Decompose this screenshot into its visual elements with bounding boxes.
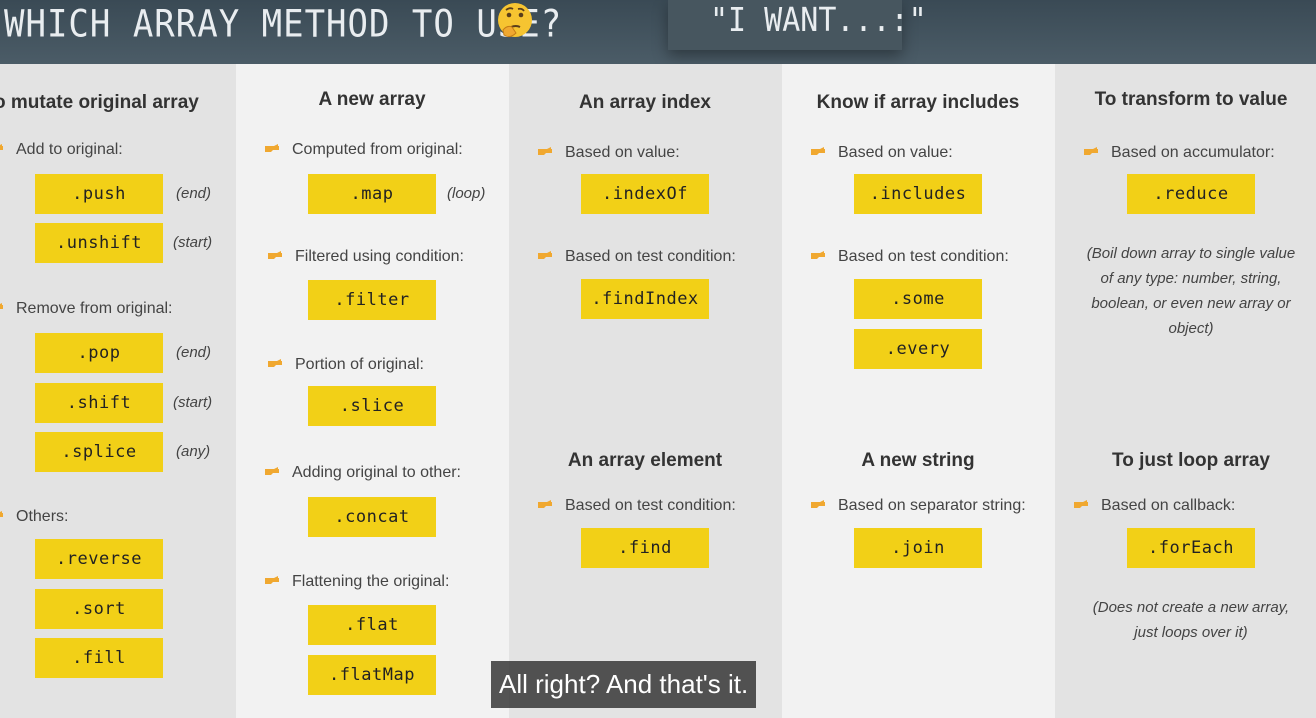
thinking-face-icon — [498, 3, 532, 38]
bullet-filtered: Filtered using condition: — [267, 248, 464, 266]
method-foreach: .forEach — [1127, 528, 1255, 568]
method-some: .some — [854, 279, 982, 319]
method-fill: .fill — [35, 638, 163, 678]
pointing-hand-icon — [811, 251, 825, 259]
note-push: (end) — [176, 185, 212, 202]
method-includes: .includes — [854, 174, 982, 214]
heading-array-element: An array element — [567, 450, 723, 471]
bullet-accumulator: Based on accumulator: — [1083, 144, 1275, 162]
pointing-hand-icon — [538, 147, 552, 155]
bullet-index-value: Based on value: — [537, 144, 680, 162]
method-reverse: .reverse — [35, 539, 163, 579]
column-includes-string — [782, 64, 1055, 718]
want-label: "I WANT...:" — [710, 1, 927, 40]
pointing-hand-icon — [0, 144, 3, 150]
method-flatmap: .flatMap — [308, 655, 436, 695]
heading-includes: Know if array includes — [816, 92, 1020, 113]
note-unshift: (start) — [173, 234, 213, 251]
method-every: .every — [854, 329, 982, 369]
video-subtitle: All right? And that's it. — [491, 661, 757, 708]
bullet-remove-from-original: Remove from original: — [0, 300, 173, 318]
heading-new-array: A new array — [318, 89, 426, 110]
method-concat: .concat — [308, 497, 436, 537]
method-unshift: .unshift — [35, 223, 163, 263]
method-filter: .filter — [308, 280, 436, 320]
pointing-hand-icon — [538, 251, 552, 259]
pointing-hand-icon — [811, 147, 825, 155]
bullet-separator: Based on separator string: — [810, 497, 1026, 515]
bullet-add-to-original: Add to original: — [0, 141, 123, 159]
note-shift: (start) — [173, 394, 213, 411]
bullet-others: Others: — [0, 508, 68, 526]
pointing-hand-icon — [811, 500, 825, 508]
pointing-hand-icon — [268, 359, 282, 367]
note-map: (loop) — [447, 185, 486, 202]
bullet-flattening: Flattening the original: — [264, 573, 449, 591]
heading-transform: To transform to value — [1094, 89, 1288, 110]
bullet-index-test: Based on test condition: — [537, 248, 736, 266]
method-sort: .sort — [35, 589, 163, 629]
bullet-callback: Based on callback: — [1073, 497, 1235, 515]
bullet-includes-value: Based on value: — [810, 144, 953, 162]
bullet-adding: Adding original to other: — [264, 464, 461, 482]
method-push: .push — [35, 174, 163, 214]
bullet-includes-test: Based on test condition: — [810, 248, 1009, 266]
method-indexof: .indexOf — [581, 174, 709, 214]
pointing-hand-icon — [265, 467, 279, 475]
method-reduce: .reduce — [1127, 174, 1255, 214]
method-splice: .splice — [35, 432, 163, 472]
method-find: .find — [581, 528, 709, 568]
reduce-description: (Boil down array to single value of any … — [1086, 245, 1296, 337]
heading-array-index: An array index — [579, 92, 711, 113]
column-index-element — [509, 64, 782, 718]
page-title: WHICH ARRAY METHOD TO USE? — [4, 2, 563, 47]
method-join: .join — [854, 528, 982, 568]
pointing-hand-icon — [265, 576, 279, 584]
pointing-hand-icon — [1084, 147, 1098, 155]
method-map: .map — [308, 174, 436, 214]
bullet-computed: Computed from original: — [264, 141, 463, 159]
note-splice: (any) — [176, 443, 211, 460]
pointing-hand-icon — [0, 511, 3, 517]
pointing-hand-icon — [265, 144, 279, 152]
method-flat: .flat — [308, 605, 436, 645]
heading-mutate: o mutate original array — [0, 92, 199, 113]
method-shift: .shift — [35, 383, 163, 423]
pointing-hand-icon — [1074, 500, 1088, 508]
pointing-hand-icon — [268, 251, 282, 259]
bullet-portion: Portion of original: — [267, 356, 424, 374]
pointing-hand-icon — [0, 303, 3, 309]
note-pop: (end) — [176, 344, 212, 361]
heading-loop: To just loop array — [1111, 450, 1271, 471]
bullet-element-test: Based on test condition: — [537, 497, 736, 515]
foreach-description: (Does not create a new array, just loops… — [1092, 599, 1290, 641]
pointing-hand-icon — [538, 500, 552, 508]
method-slice: .slice — [308, 386, 436, 426]
heading-new-string: A new string — [861, 450, 975, 471]
method-findindex: .findIndex — [581, 279, 709, 319]
method-pop: .pop — [35, 333, 163, 373]
